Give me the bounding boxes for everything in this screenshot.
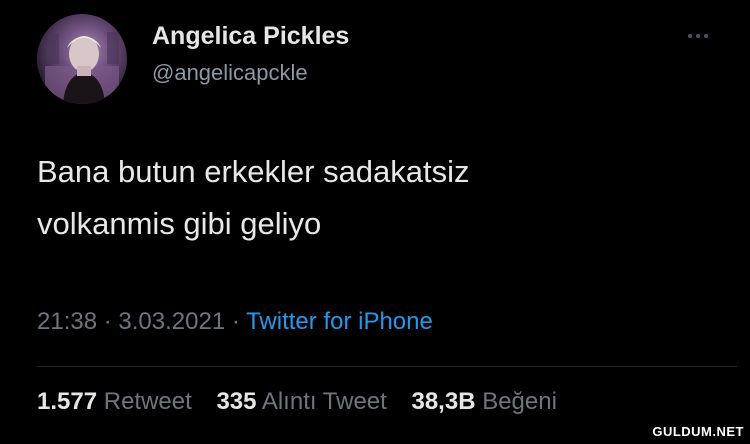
tweet-text-line: Bana butun erkekler sadakatsiz	[37, 154, 470, 189]
more-horizontal-icon	[688, 34, 692, 38]
likes-stat[interactable]: 38,3B Beğeni	[411, 388, 556, 415]
quotes-count: 335	[216, 388, 257, 415]
likes-label: Beğeni	[482, 388, 557, 415]
user-handle[interactable]: @angelicapckle	[152, 60, 308, 86]
tweet-card: Angelica Pickles @angelicapckle Bana but…	[0, 0, 750, 444]
tweet-meta: 21:38 · 3.03.2021 · Twitter for iPhone	[37, 308, 433, 336]
more-horizontal-icon-dot	[696, 34, 700, 38]
tweet-text: Bana butun erkekler sadakatsiz volkanmis…	[37, 146, 677, 250]
quotes-label: Alıntı Tweet	[261, 388, 387, 415]
retweets-stat[interactable]: 1.577 Retweet	[37, 388, 198, 415]
tweet-date[interactable]: 3.03.2021	[118, 308, 225, 335]
more-options-button[interactable]	[680, 26, 716, 46]
likes-count: 38,3B	[411, 388, 476, 415]
meta-separator: ·	[231, 308, 240, 335]
retweets-count: 1.577	[37, 388, 98, 415]
tweet-time[interactable]: 21:38	[37, 308, 97, 335]
divider	[37, 366, 737, 367]
quotes-stat[interactable]: 335 Alıntı Tweet	[216, 388, 393, 415]
profile-photo-icon	[45, 32, 119, 104]
avatar[interactable]	[37, 14, 127, 104]
retweets-label: Retweet	[103, 388, 192, 415]
more-horizontal-icon-dot	[704, 34, 708, 38]
tweet-text-line: volkanmis gibi geliyo	[37, 206, 322, 241]
tweet-source-link[interactable]: Twitter for iPhone	[246, 308, 433, 335]
display-name[interactable]: Angelica Pickles	[152, 22, 349, 51]
meta-separator: ·	[103, 308, 112, 335]
watermark: GULDUM.NET	[652, 424, 744, 439]
tweet-stats: 1.577 Retweet 335 Alıntı Tweet 38,3B Beğ…	[37, 388, 575, 416]
